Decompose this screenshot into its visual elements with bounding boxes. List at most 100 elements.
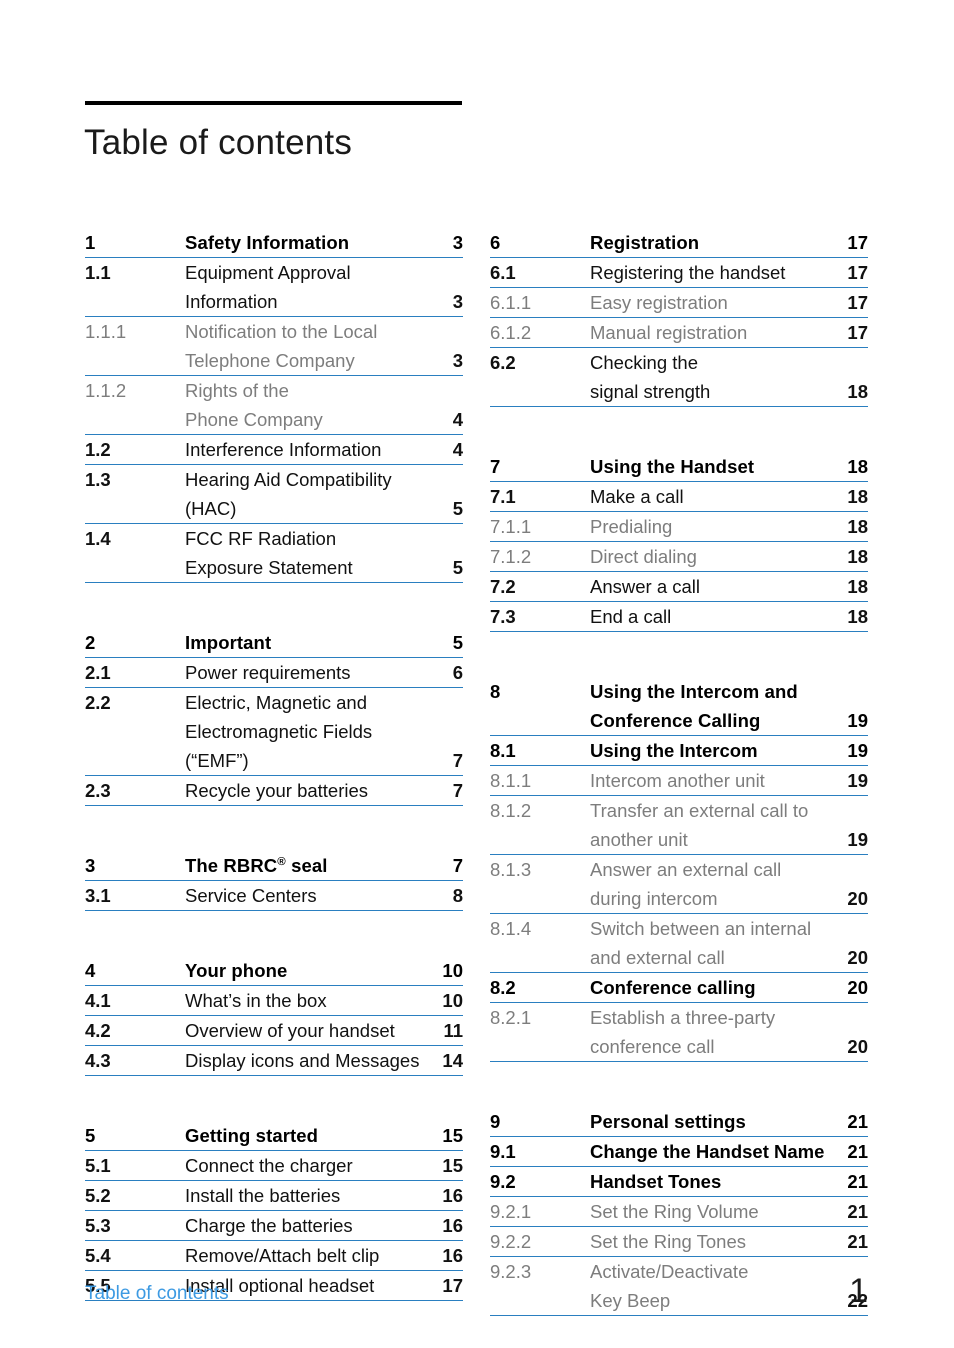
toc-entry-row[interactable]: 4.2 Overview of your handset 11 (85, 1016, 463, 1046)
toc-entry-row[interactable]: signal strength 18 (490, 377, 868, 407)
toc-entry-number: 7.1.2 (490, 546, 532, 567)
toc-entry-row[interactable]: 8.1.4 Switch between an internal (490, 914, 868, 943)
toc-entry-label: Using the Intercom (590, 740, 758, 761)
toc-entry-number: 4.1 (85, 990, 111, 1011)
toc-entry-row[interactable]: 7.3 End a call 18 (490, 602, 868, 632)
toc-entry-label: Overview of your handset (185, 1020, 395, 1041)
toc-entry-row[interactable]: Key Beep 22 (490, 1286, 868, 1316)
toc-entry-row[interactable]: 8.2.1 Establish a three-party (490, 1003, 868, 1032)
toc-entry-row[interactable]: 8.1.3 Answer an external call (490, 855, 868, 884)
toc-entry-label: Notification to the Local (185, 321, 378, 342)
toc-entry-row[interactable]: 4.1 What’s in the box 10 (85, 986, 463, 1016)
toc-entry-row[interactable]: 2.3 Recycle your batteries 7 (85, 776, 463, 806)
toc-entry-row[interactable]: 4.3 Display icons and Messages 14 (85, 1046, 463, 1076)
toc-entry-row[interactable]: 1.2 Interference Information 4 (85, 435, 463, 465)
toc-entry-row[interactable]: 6.1.2 Manual registration 17 (490, 318, 868, 348)
toc-entry-number: 8.1.3 (490, 859, 532, 880)
toc-entry-label: Registration (590, 232, 700, 253)
toc-entry-number: 5.2 (85, 1185, 111, 1206)
toc-entry-row[interactable]: 8.1.2 Transfer an external call to (490, 796, 868, 825)
toc-entry-row[interactable]: Exposure Statement 5 (85, 553, 463, 583)
toc-entry-label: Make a call (590, 486, 684, 507)
toc-entry-row[interactable]: 1.1.2 Rights of the (85, 376, 463, 405)
toc-entry-row[interactable]: 6.2 Checking the (490, 348, 868, 377)
toc-entry-page-number: 18 (847, 381, 868, 402)
toc-entry-row[interactable]: 9.2.3 Activate/Deactivate (490, 1257, 868, 1286)
toc-entry-page-number: 21 (847, 1171, 868, 1192)
toc-entry-row[interactable]: during intercom 20 (490, 884, 868, 914)
toc-entry-row[interactable]: 7.1 Make a call 18 (490, 482, 868, 512)
toc-entry-row[interactable]: 9.2.1 Set the Ring Volume 21 (490, 1197, 868, 1227)
toc-entry-row[interactable]: Telephone Company 3 (85, 346, 463, 376)
toc-entry-row[interactable]: 1.4 FCC RF Radiation (85, 524, 463, 553)
toc-entry-row[interactable]: 5.1 Connect the charger 15 (85, 1151, 463, 1181)
toc-entry-row[interactable]: 1 Safety Information 3 (85, 228, 463, 258)
toc-entry-row[interactable]: another unit 19 (490, 825, 868, 855)
toc-entry-row[interactable]: (“EMF”) 7 (85, 746, 463, 776)
toc-entry-page-number: 3 (452, 291, 463, 312)
toc-entry-label: Charge the batteries (185, 1215, 353, 1236)
toc-entry-row[interactable]: 3.1 Service Centers 8 (85, 881, 463, 911)
toc-entry-label: Predialing (590, 516, 673, 537)
toc-entry-label: Important (185, 632, 272, 653)
toc-entry-number: 9.2.1 (490, 1201, 532, 1222)
toc-entry-row[interactable]: 5 Getting started 15 (85, 1121, 463, 1151)
toc-entry-row[interactable]: 9.1 Change the Handset Name 21 (490, 1137, 868, 1167)
toc-entry-label: Key Beep (590, 1290, 671, 1311)
toc-entry-row[interactable]: 3 The RBRC® seal 7 (85, 851, 463, 881)
toc-entry-page-number: 14 (442, 1050, 463, 1071)
toc-entry-row[interactable]: 6.1.1 Easy registration 17 (490, 288, 868, 318)
toc-entry-row[interactable]: 5.2 Install the batteries 16 (85, 1181, 463, 1211)
toc-entry-label: during intercom (590, 888, 718, 909)
toc-entry-label: Using the Intercom and (590, 681, 798, 702)
toc-entry-row[interactable]: 9 Personal settings 21 (490, 1107, 868, 1137)
toc-entry-row[interactable]: 8.1 Using the Intercom 19 (490, 736, 868, 766)
toc-entry-label: Equipment Approval (185, 262, 351, 283)
toc-entry-page-number: 20 (847, 947, 868, 968)
toc-entry-label: Exposure Statement (185, 557, 353, 578)
toc-entry-row[interactable]: 7.1.2 Direct dialing 18 (490, 542, 868, 572)
toc-entry-row[interactable]: 2.1 Power requirements 6 (85, 658, 463, 688)
toc-entry-row[interactable]: 6.1 Registering the handset 17 (490, 258, 868, 288)
toc-entry-row[interactable]: 8 Using the Intercom and (490, 677, 868, 706)
toc-entry-row[interactable]: 5.3 Charge the batteries 16 (85, 1211, 463, 1241)
toc-entry-row[interactable]: 1.3 Hearing Aid Compatibility (85, 465, 463, 494)
toc-entry-row[interactable]: conference call 20 (490, 1032, 868, 1062)
toc-entry-page-number: 19 (847, 829, 868, 850)
toc-entry-page-number: 20 (847, 888, 868, 909)
toc-entry-page-number: 15 (442, 1155, 463, 1176)
toc-entry-page-number: 21 (847, 1201, 868, 1222)
toc-entry-row[interactable]: 8.2 Conference calling 20 (490, 973, 868, 1003)
toc-entry-number: 5.1 (85, 1155, 111, 1176)
toc-entry-number: 8.1.1 (490, 770, 532, 791)
toc-entry-row[interactable]: 8.1.1 Intercom another unit 19 (490, 766, 868, 796)
toc-entry-page-number: 18 (847, 516, 868, 537)
toc-entry-row[interactable]: 2 Important 5 (85, 628, 463, 658)
toc-entry-row[interactable]: 1.1 Equipment Approval (85, 258, 463, 287)
toc-entry-row[interactable]: 9.2.2 Set the Ring Tones 21 (490, 1227, 868, 1257)
toc-entry-label: Install the batteries (185, 1185, 341, 1206)
toc-entry-row[interactable]: Phone Company 4 (85, 405, 463, 435)
toc-entry-row[interactable]: and external call 20 (490, 943, 868, 973)
toc-entry-row[interactable]: 5.4 Remove/Attach belt clip 16 (85, 1241, 463, 1271)
toc-entry-number: 9.2.2 (490, 1231, 532, 1252)
toc-entry-page-number: 6 (452, 662, 463, 683)
toc-entry-row[interactable]: 7.2 Answer a call 18 (490, 572, 868, 602)
toc-entry-row[interactable]: (HAC) 5 (85, 494, 463, 524)
page-title: Table of contents (84, 123, 353, 162)
toc-entry-row[interactable]: Electromagnetic Fields (85, 717, 463, 746)
toc-entry-row[interactable]: 7.1.1 Predialing 18 (490, 512, 868, 542)
toc-entry-row[interactable]: 4 Your phone 10 (85, 956, 463, 986)
toc-entry-page-number: 5 (452, 498, 463, 519)
toc-entry-row[interactable]: 1.1.1 Notification to the Local (85, 317, 463, 346)
toc-entry-row[interactable]: 2.2 Electric, Magnetic and (85, 688, 463, 717)
toc-entry-label: (HAC) (185, 498, 237, 519)
toc-entry-label: Conference calling (590, 977, 756, 998)
toc-entry-page-number: 18 (847, 576, 868, 597)
toc-entry-row[interactable]: Conference Calling 19 (490, 706, 868, 736)
toc-entry-page-number: 19 (847, 770, 868, 791)
toc-entry-row[interactable]: 7 Using the Handset 18 (490, 452, 868, 482)
toc-entry-row[interactable]: 6 Registration 17 (490, 228, 868, 258)
toc-entry-row[interactable]: Information 3 (85, 287, 463, 317)
toc-entry-row[interactable]: 9.2 Handset Tones 21 (490, 1167, 868, 1197)
